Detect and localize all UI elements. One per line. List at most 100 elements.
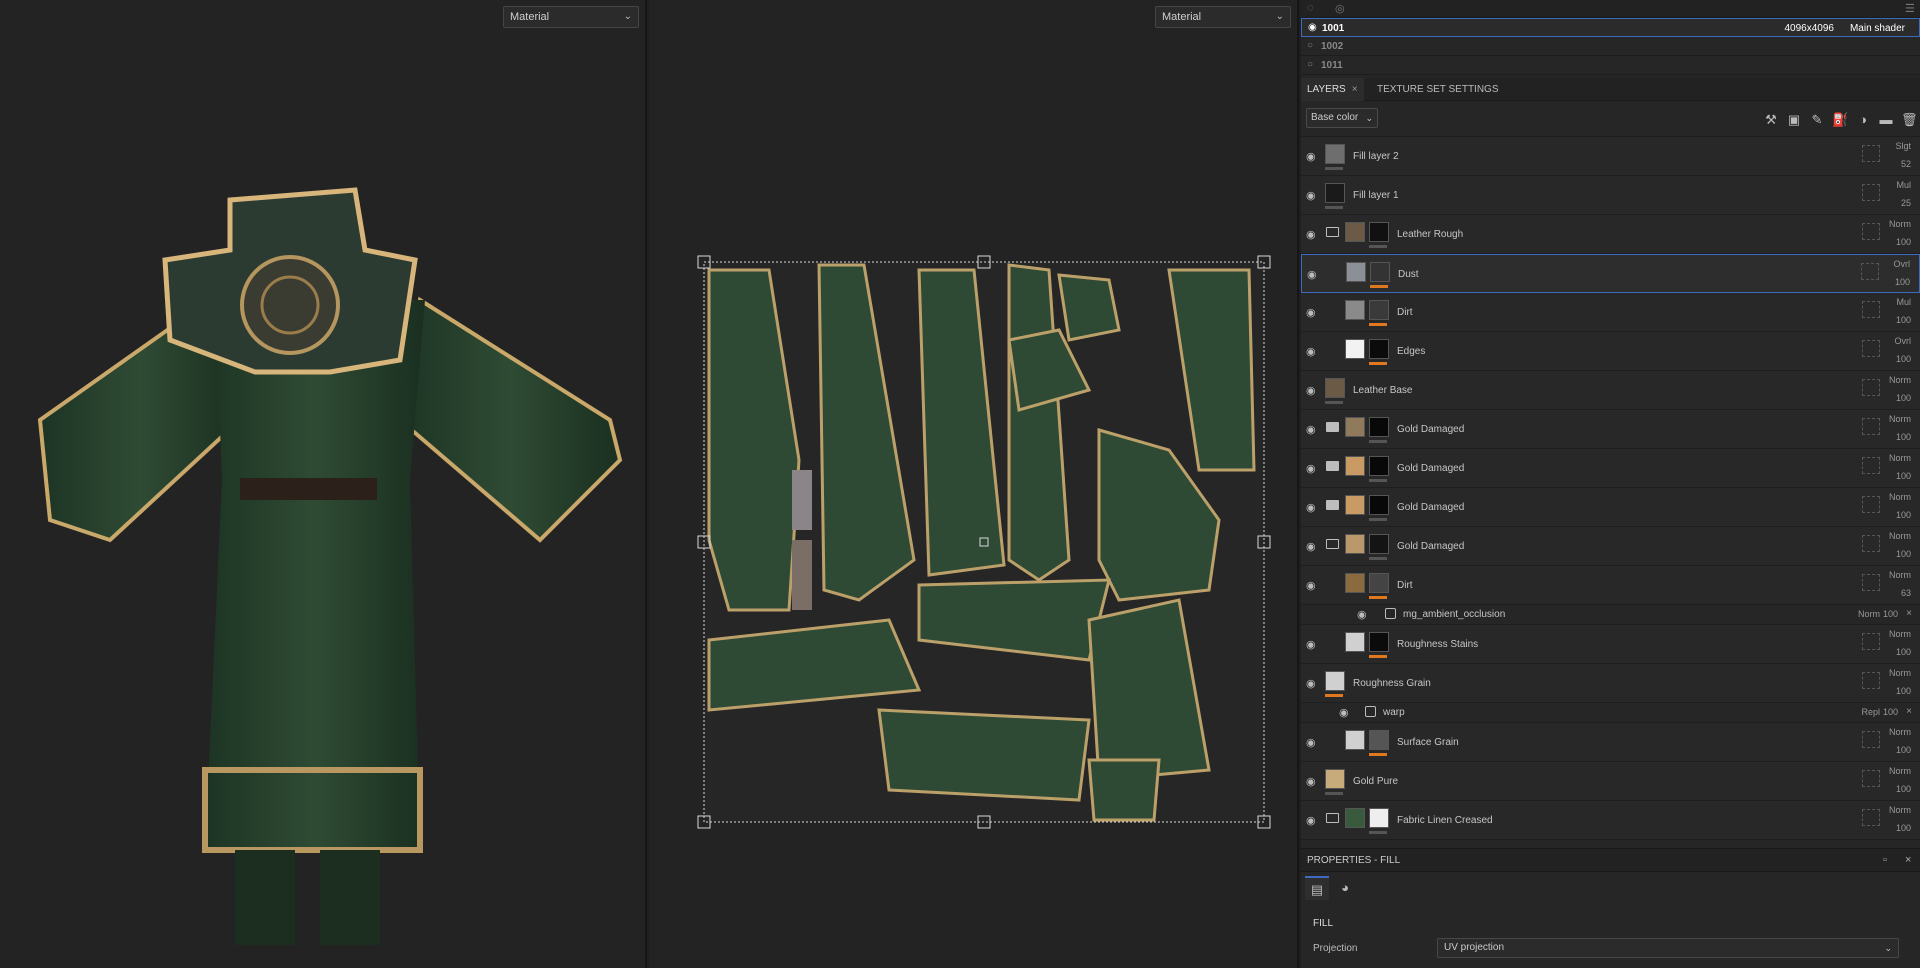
- layer-mask-slot[interactable]: [1862, 145, 1880, 162]
- eye-icon[interactable]: ◉: [1357, 608, 1367, 621]
- layer-name[interactable]: Leather Base: [1353, 385, 1413, 396]
- layer-mask-slot[interactable]: [1862, 672, 1880, 689]
- mask-icon[interactable]: ▣: [1786, 112, 1802, 128]
- blend-mode[interactable]: Repl: [1861, 707, 1880, 717]
- layer-name[interactable]: Fill layer 2: [1353, 151, 1399, 162]
- layer-mask-slot[interactable]: [1862, 809, 1880, 826]
- close-icon[interactable]: ×: [1905, 854, 1911, 866]
- paint-brush-icon[interactable]: ✎: [1809, 112, 1825, 128]
- opacity-value[interactable]: 100: [1896, 237, 1911, 247]
- eye-icon[interactable]: ◉: [1306, 501, 1316, 514]
- opacity-value[interactable]: 100: [1883, 707, 1898, 717]
- opacity-value[interactable]: 100: [1896, 686, 1911, 696]
- blend-mode[interactable]: Norm: [1889, 531, 1911, 541]
- opacity-value[interactable]: 100: [1896, 432, 1911, 442]
- layer-mask-slot[interactable]: [1862, 457, 1880, 474]
- blend-mode[interactable]: Norm: [1889, 766, 1911, 776]
- layer-row[interactable]: ◉ Surface Grain Norm 100: [1301, 723, 1920, 762]
- layer-row[interactable]: ◉ Dust Ovrl 100: [1301, 254, 1920, 293]
- layer-name[interactable]: Gold Damaged: [1397, 541, 1464, 552]
- layer-mask-slot[interactable]: [1862, 418, 1880, 435]
- layer-mask-slot[interactable]: [1862, 379, 1880, 396]
- fill-bucket-icon[interactable]: ⛽: [1832, 112, 1848, 128]
- layer-row[interactable]: ◉ Roughness Grain Norm 100: [1301, 664, 1920, 703]
- eye-icon[interactable]: ◉: [1306, 540, 1316, 553]
- opacity-value[interactable]: 100: [1896, 354, 1911, 364]
- layer-row[interactable]: ◉ Dirt Mul 100: [1301, 293, 1920, 332]
- color-palette-icon[interactable]: ◑: [1855, 112, 1871, 128]
- layer-name[interactable]: Gold Damaged: [1397, 502, 1464, 513]
- layer-mask-slot[interactable]: [1862, 223, 1880, 240]
- layer-mask-slot[interactable]: [1862, 535, 1880, 552]
- folder-icon[interactable]: [1326, 539, 1339, 549]
- blend-mode[interactable]: Norm: [1889, 453, 1911, 463]
- layer-mask-slot[interactable]: [1862, 340, 1880, 357]
- folder-icon[interactable]: ▬: [1878, 112, 1894, 128]
- folder-icon[interactable]: [1326, 813, 1339, 823]
- layer-name[interactable]: Leather Rough: [1397, 229, 1463, 240]
- blend-mode[interactable]: Norm: [1889, 570, 1911, 580]
- eye-icon[interactable]: ○: [1307, 59, 1313, 70]
- eye-icon[interactable]: ◉: [1306, 677, 1316, 690]
- opacity-value[interactable]: 100: [1883, 609, 1898, 619]
- folder-icon[interactable]: [1326, 500, 1339, 510]
- layer-name[interactable]: Dirt: [1397, 307, 1413, 318]
- layer-row[interactable]: ◉ Gold Damaged Norm 100: [1301, 488, 1920, 527]
- opacity-value[interactable]: 100: [1895, 277, 1910, 287]
- sub-effect-row[interactable]: ◉ warp Repl 100 ×: [1301, 703, 1920, 723]
- layer-row[interactable]: ◉ Gold Pure Norm 100: [1301, 762, 1920, 801]
- layer-name[interactable]: Surface Grain: [1397, 737, 1459, 748]
- blend-mode[interactable]: Norm: [1889, 414, 1911, 424]
- blend-mode[interactable]: Norm: [1858, 609, 1880, 619]
- sub-effect-row[interactable]: ◉ mg_ambient_occlusion Norm 100 ×: [1301, 605, 1920, 625]
- eye-icon[interactable]: ◉: [1306, 228, 1316, 241]
- eye-icon[interactable]: ◉: [1306, 462, 1316, 475]
- eye-icon[interactable]: ◉: [1306, 306, 1316, 319]
- trash-icon[interactable]: 🗑: [1901, 112, 1918, 128]
- blend-mode[interactable]: Mul: [1896, 297, 1911, 307]
- blend-mode[interactable]: Norm: [1889, 219, 1911, 229]
- hide-icon[interactable]: ◌: [1307, 2, 1314, 14]
- eye-icon[interactable]: ◉: [1306, 638, 1316, 651]
- blend-mode[interactable]: Norm: [1889, 805, 1911, 815]
- layer-row[interactable]: ◉ Edges Ovrl 100: [1301, 332, 1920, 371]
- layer-mask-slot[interactable]: [1862, 731, 1880, 748]
- layer-mask-slot[interactable]: [1862, 184, 1880, 201]
- tab-fill-properties[interactable]: ▤: [1305, 876, 1329, 900]
- layer-row[interactable]: ◉ Fill layer 2 Slgt 52: [1301, 137, 1920, 176]
- close-icon[interactable]: ×: [1906, 608, 1912, 619]
- magic-wand-icon[interactable]: ⚒: [1763, 112, 1779, 128]
- eye-icon[interactable]: ◉: [1306, 814, 1316, 827]
- layer-mask-slot[interactable]: [1862, 633, 1880, 650]
- layer-mask-slot[interactable]: [1861, 263, 1879, 280]
- eye-icon[interactable]: ◉: [1339, 706, 1349, 719]
- layer-row[interactable]: ◉ Gold Damaged Norm 100: [1301, 410, 1920, 449]
- layer-mask-slot[interactable]: [1862, 574, 1880, 591]
- folder-icon[interactable]: [1326, 227, 1339, 237]
- eye-icon[interactable]: ◉: [1306, 384, 1316, 397]
- opacity-value[interactable]: 100: [1896, 393, 1911, 403]
- texture-set-row[interactable]: ◉ 1001 4096x4096 Main shader: [1301, 18, 1920, 37]
- maximize-icon[interactable]: ▫: [1883, 854, 1887, 866]
- viewport-2d-display-select[interactable]: Material ⌄: [1155, 6, 1291, 28]
- list-menu-icon[interactable]: ☰: [1905, 2, 1915, 15]
- folder-icon[interactable]: [1326, 422, 1339, 432]
- opacity-value[interactable]: 63: [1901, 588, 1911, 598]
- blend-mode[interactable]: Norm: [1889, 727, 1911, 737]
- blend-mode[interactable]: Norm: [1889, 629, 1911, 639]
- folder-icon[interactable]: [1326, 461, 1339, 471]
- eye-icon[interactable]: ○: [1307, 40, 1313, 51]
- opacity-value[interactable]: 100: [1896, 745, 1911, 755]
- eye-icon[interactable]: ◉: [1307, 268, 1317, 281]
- layer-name[interactable]: Gold Pure: [1353, 776, 1398, 787]
- layer-row[interactable]: ◉ Leather Base Norm 100: [1301, 371, 1920, 410]
- close-icon[interactable]: ×: [1906, 706, 1912, 717]
- opacity-value[interactable]: 100: [1896, 471, 1911, 481]
- viewport-3d[interactable]: Material ⌄: [0, 0, 647, 968]
- texture-set-row[interactable]: ○ 1002: [1301, 37, 1920, 56]
- eye-icon[interactable]: ◉: [1308, 22, 1317, 33]
- eye-icon[interactable]: ◉: [1306, 345, 1316, 358]
- eye-icon[interactable]: ◉: [1306, 423, 1316, 436]
- layer-name[interactable]: Dust: [1398, 269, 1419, 280]
- projection-select[interactable]: UV projection ⌄: [1437, 938, 1899, 958]
